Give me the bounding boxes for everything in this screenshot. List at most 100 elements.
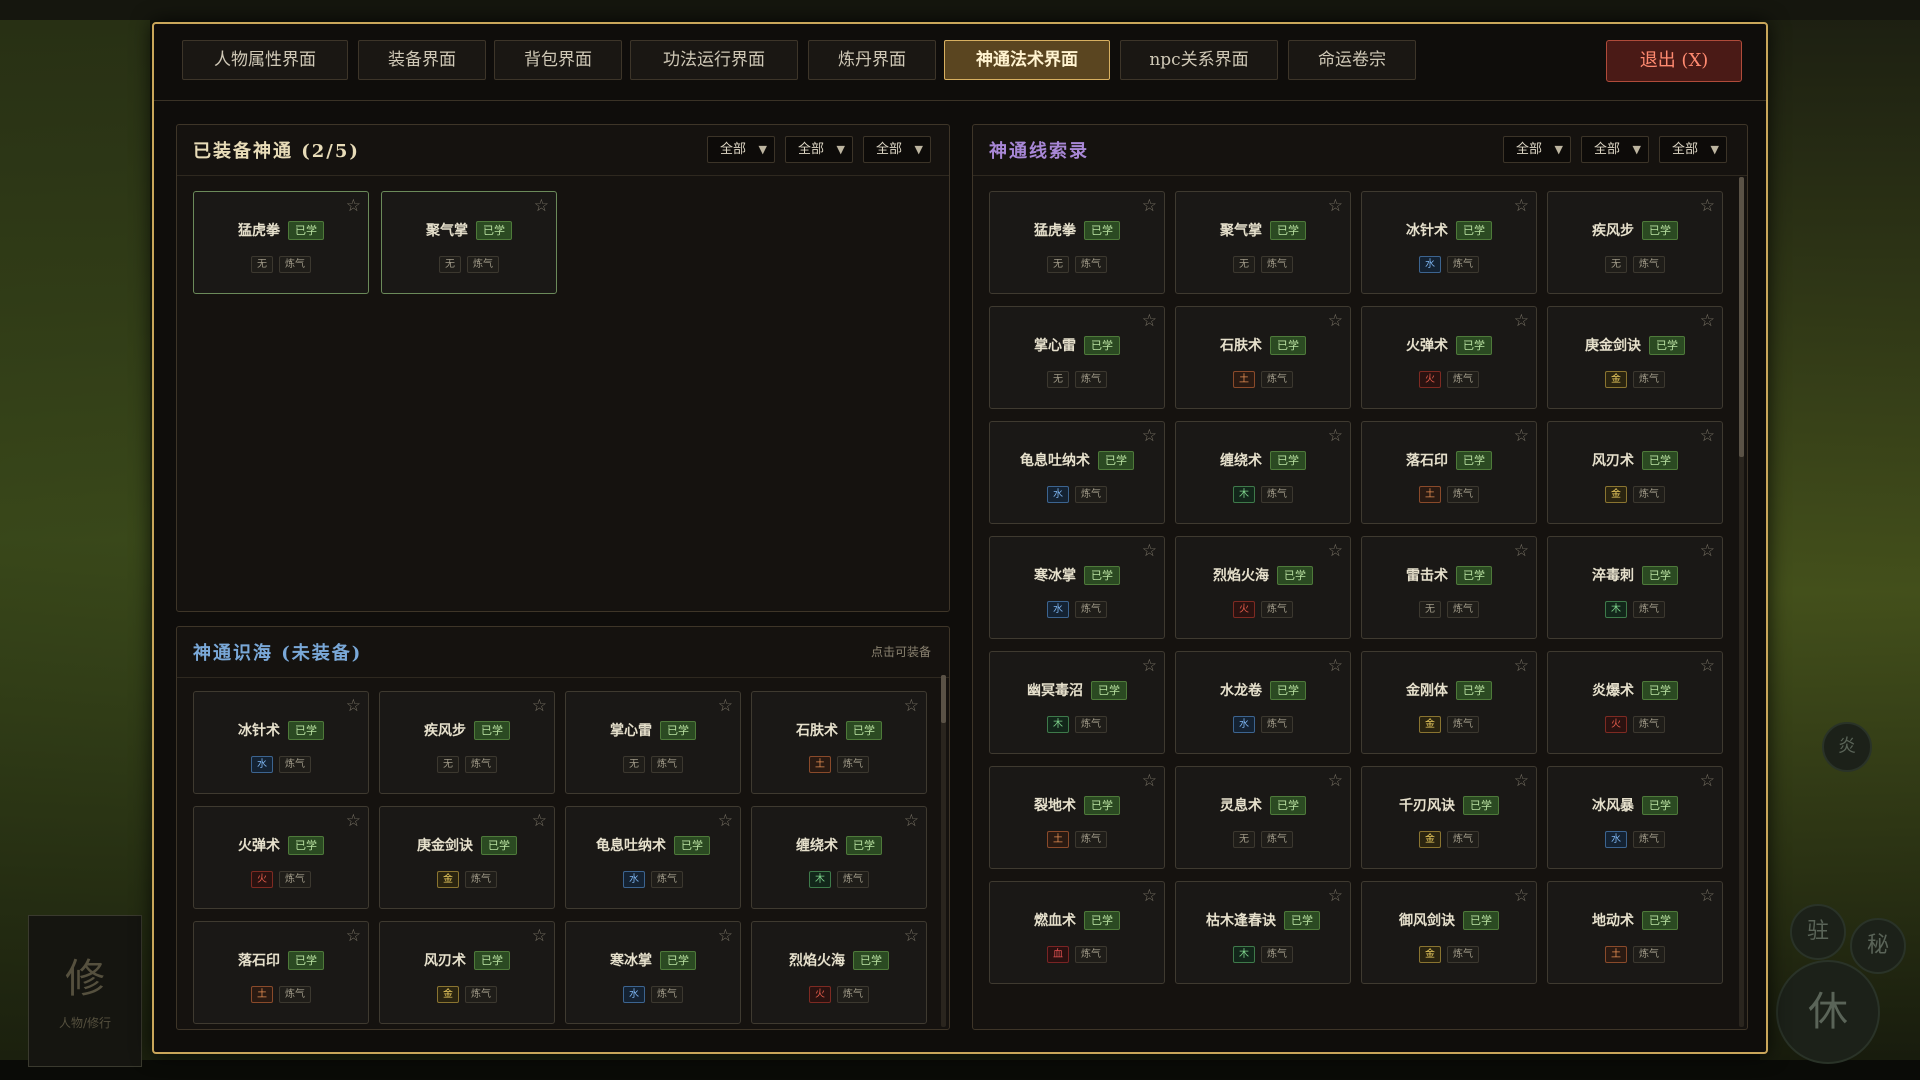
favorite-star-icon[interactable]: ☆ xyxy=(1328,311,1343,331)
divine-art-card[interactable]: ☆ 寒冰掌 已学水炼气 xyxy=(989,536,1165,639)
tab-npc-relations[interactable]: npc关系界面 xyxy=(1120,40,1278,80)
favorite-star-icon[interactable]: ☆ xyxy=(1700,196,1715,216)
favorite-star-icon[interactable]: ☆ xyxy=(1514,771,1529,791)
favorite-star-icon[interactable]: ☆ xyxy=(718,696,733,716)
divine-art-card[interactable]: ☆ 灵息术 已学无炼气 xyxy=(1175,766,1351,869)
divine-art-card[interactable]: ☆ 聚气掌 已学无炼气 xyxy=(1175,191,1351,294)
divine-art-card[interactable]: ☆ 庚金剑诀 已学金炼气 xyxy=(379,806,555,909)
favorite-star-icon[interactable]: ☆ xyxy=(534,196,549,216)
divine-sea-scroll-thumb[interactable] xyxy=(941,675,946,723)
favorite-star-icon[interactable]: ☆ xyxy=(718,926,733,946)
favorite-star-icon[interactable]: ☆ xyxy=(904,811,919,831)
divine-art-card[interactable]: ☆ 聚气掌 已学无炼气 xyxy=(381,191,557,294)
divine-art-card[interactable]: ☆ 疾风步 已学无炼气 xyxy=(379,691,555,794)
favorite-star-icon[interactable]: ☆ xyxy=(1700,541,1715,561)
divine-art-card[interactable]: ☆ 掌心雷 已学无炼气 xyxy=(565,691,741,794)
favorite-star-icon[interactable]: ☆ xyxy=(1700,656,1715,676)
divine-art-card[interactable]: ☆ 雷击术 已学无炼气 xyxy=(1361,536,1537,639)
divine-art-card[interactable]: ☆ 石肤术 已学土炼气 xyxy=(751,691,927,794)
catalog-filter-2[interactable]: 全部 ▼ xyxy=(1581,136,1649,163)
divine-art-card[interactable]: ☆ 落石印 已学土炼气 xyxy=(1361,421,1537,524)
divine-art-card[interactable]: ☆ 落石印 已学土炼气 xyxy=(193,921,369,1024)
divine-art-card[interactable]: ☆ 风刃术 已学金炼气 xyxy=(379,921,555,1024)
divine-art-card[interactable]: ☆ 金刚体 已学金炼气 xyxy=(1361,651,1537,754)
favorite-star-icon[interactable]: ☆ xyxy=(1514,196,1529,216)
tab-fate-dossier[interactable]: 命运卷宗 xyxy=(1288,40,1416,80)
divine-sea-scrollbar[interactable] xyxy=(941,675,946,1027)
divine-art-card[interactable]: ☆ 风刃术 已学金炼气 xyxy=(1547,421,1723,524)
tab-technique-running[interactable]: 功法运行界面 xyxy=(630,40,798,80)
favorite-star-icon[interactable]: ☆ xyxy=(346,811,361,831)
favorite-star-icon[interactable]: ☆ xyxy=(1142,771,1157,791)
divine-art-card[interactable]: ☆ 龟息吐纳术 已学水炼气 xyxy=(565,806,741,909)
divine-art-card[interactable]: ☆ 烈焰火海 已学火炼气 xyxy=(751,921,927,1024)
favorite-star-icon[interactable]: ☆ xyxy=(1328,541,1343,561)
favorite-star-icon[interactable]: ☆ xyxy=(718,811,733,831)
favorite-star-icon[interactable]: ☆ xyxy=(904,926,919,946)
favorite-star-icon[interactable]: ☆ xyxy=(1328,771,1343,791)
divine-art-card[interactable]: ☆ 掌心雷 已学无炼气 xyxy=(989,306,1165,409)
tab-inventory[interactable]: 背包界面 xyxy=(494,40,622,80)
divine-art-card[interactable]: ☆ 猛虎拳 已学无炼气 xyxy=(193,191,369,294)
favorite-star-icon[interactable]: ☆ xyxy=(904,696,919,716)
divine-art-card[interactable]: ☆ 缠绕术 已学木炼气 xyxy=(1175,421,1351,524)
favorite-star-icon[interactable]: ☆ xyxy=(346,196,361,216)
favorite-star-icon[interactable]: ☆ xyxy=(1514,541,1529,561)
divine-art-card[interactable]: ☆ 冰风暴 已学水炼气 xyxy=(1547,766,1723,869)
divine-art-card[interactable]: ☆ 寒冰掌 已学水炼气 xyxy=(565,921,741,1024)
tab-divine-arts[interactable]: 神通法术界面 xyxy=(944,40,1110,80)
clue-catalog-scrollbar[interactable] xyxy=(1739,177,1744,1027)
favorite-star-icon[interactable]: ☆ xyxy=(1142,426,1157,446)
exit-button[interactable]: 退出 (X) xyxy=(1606,40,1742,82)
divine-art-card[interactable]: ☆ 水龙卷 已学水炼气 xyxy=(1175,651,1351,754)
divine-art-card[interactable]: ☆ 火弹术 已学火炼气 xyxy=(1361,306,1537,409)
divine-art-card[interactable]: ☆ 火弹术 已学火炼气 xyxy=(193,806,369,909)
favorite-star-icon[interactable]: ☆ xyxy=(1328,886,1343,906)
favorite-star-icon[interactable]: ☆ xyxy=(532,696,547,716)
divine-art-card[interactable]: ☆ 缠绕术 已学木炼气 xyxy=(751,806,927,909)
divine-art-card[interactable]: ☆ 裂地术 已学土炼气 xyxy=(989,766,1165,869)
divine-art-card[interactable]: ☆ 幽冥毒沼 已学木炼气 xyxy=(989,651,1165,754)
divine-art-card[interactable]: ☆ 石肤术 已学土炼气 xyxy=(1175,306,1351,409)
clue-catalog-scroll-thumb[interactable] xyxy=(1739,177,1744,457)
divine-art-card[interactable]: ☆ 疾风步 已学无炼气 xyxy=(1547,191,1723,294)
divine-art-card[interactable]: ☆ 炎爆术 已学火炼气 xyxy=(1547,651,1723,754)
divine-sea-scroll-area[interactable]: ☆ 冰针术 已学水炼气 ☆ 疾风步 已学无炼气 ☆ 掌心雷 已学无炼气 ☆ 石肤术 已学土炼气 ☆ 火弹术… xyxy=(177,679,941,1029)
favorite-star-icon[interactable]: ☆ xyxy=(1328,196,1343,216)
divine-art-card[interactable]: ☆ 冰针术 已学水炼气 xyxy=(1361,191,1537,294)
favorite-star-icon[interactable]: ☆ xyxy=(346,926,361,946)
catalog-filter-3[interactable]: 全部 ▼ xyxy=(1659,136,1727,163)
favorite-star-icon[interactable]: ☆ xyxy=(1700,886,1715,906)
tab-alchemy[interactable]: 炼丹界面 xyxy=(808,40,936,80)
divine-art-card[interactable]: ☆ 燃血术 已学血炼气 xyxy=(989,881,1165,984)
favorite-star-icon[interactable]: ☆ xyxy=(1328,426,1343,446)
divine-art-card[interactable]: ☆ 枯木逢春诀 已学木炼气 xyxy=(1175,881,1351,984)
divine-art-card[interactable]: ☆ 龟息吐纳术 已学水炼气 xyxy=(989,421,1165,524)
divine-art-card[interactable]: ☆ 淬毒刺 已学木炼气 xyxy=(1547,536,1723,639)
equipped-filter-3[interactable]: 全部 ▼ xyxy=(863,136,931,163)
favorite-star-icon[interactable]: ☆ xyxy=(532,811,547,831)
clue-catalog-scroll-area[interactable]: ☆ 猛虎拳 已学无炼气 ☆ 聚气掌 已学无炼气 ☆ 冰针术 已学水炼气 ☆ 疾风步 已学无炼气 ☆ 掌心雷… xyxy=(973,177,1735,1029)
favorite-star-icon[interactable]: ☆ xyxy=(1328,656,1343,676)
favorite-star-icon[interactable]: ☆ xyxy=(1514,656,1529,676)
favorite-star-icon[interactable]: ☆ xyxy=(1700,311,1715,331)
equipped-filter-1[interactable]: 全部 ▼ xyxy=(707,136,775,163)
divine-art-card[interactable]: ☆ 千刃风诀 已学金炼气 xyxy=(1361,766,1537,869)
tab-character-attributes[interactable]: 人物属性界面 xyxy=(182,40,348,80)
favorite-star-icon[interactable]: ☆ xyxy=(1142,196,1157,216)
tab-equipment[interactable]: 装备界面 xyxy=(358,40,486,80)
favorite-star-icon[interactable]: ☆ xyxy=(1142,656,1157,676)
divine-art-card[interactable]: ☆ 庚金剑诀 已学金炼气 xyxy=(1547,306,1723,409)
divine-art-card[interactable]: ☆ 御风剑诀 已学金炼气 xyxy=(1361,881,1537,984)
catalog-filter-1[interactable]: 全部 ▼ xyxy=(1503,136,1571,163)
favorite-star-icon[interactable]: ☆ xyxy=(1142,311,1157,331)
divine-art-card[interactable]: ☆ 冰针术 已学水炼气 xyxy=(193,691,369,794)
equipped-filter-2[interactable]: 全部 ▼ xyxy=(785,136,853,163)
divine-art-card[interactable]: ☆ 地动术 已学土炼气 xyxy=(1547,881,1723,984)
divine-art-card[interactable]: ☆ 猛虎拳 已学无炼气 xyxy=(989,191,1165,294)
favorite-star-icon[interactable]: ☆ xyxy=(346,696,361,716)
favorite-star-icon[interactable]: ☆ xyxy=(1700,426,1715,446)
favorite-star-icon[interactable]: ☆ xyxy=(1514,886,1529,906)
favorite-star-icon[interactable]: ☆ xyxy=(1514,311,1529,331)
favorite-star-icon[interactable]: ☆ xyxy=(1514,426,1529,446)
